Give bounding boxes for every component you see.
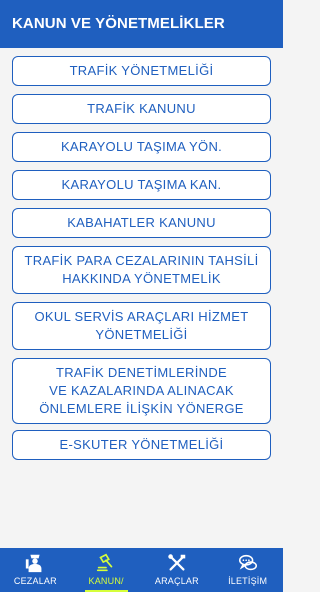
list-item-okul-servis-araclari[interactable]: OKUL SERVİS ARAÇLARI HİZMET YÖNETMELİĞİ: [12, 302, 271, 350]
nav-araclar[interactable]: ARAÇLAR: [142, 548, 213, 592]
nav-label-iletisim: İLETİŞİM: [228, 576, 268, 586]
nav-cezalar[interactable]: CEZALAR: [0, 548, 71, 592]
list-item-karayolu-tasima-kan[interactable]: KARAYOLU TAŞIMA KAN.: [12, 170, 271, 200]
list-item-e-skuter[interactable]: E-SKUTER YÖNETMELİĞİ: [12, 430, 271, 460]
nav-iletisim[interactable]: İLETİŞİM: [212, 548, 283, 592]
nav-label-cezalar: CEZALAR: [13, 576, 57, 586]
police-officer-icon: [26, 554, 42, 573]
page-title: KANUN VE YÖNETMELİKLER: [12, 15, 225, 32]
nav-kanun[interactable]: KANUN/: [71, 548, 142, 592]
gavel-icon: [97, 553, 113, 572]
list-item-trafik-kanunu[interactable]: TRAFİK KANUNU: [12, 94, 271, 124]
list-item-trafik-denetimleri[interactable]: TRAFİK DENETİMLERİNDE VE KAZALARINDA ALI…: [12, 358, 271, 424]
list-item-trafik-para-cezalari[interactable]: TRAFİK PARA CEZALARININ TAHSİLİ HAKKINDA…: [12, 246, 271, 294]
list-item-karayolu-tasima-yon[interactable]: KARAYOLU TAŞIMA YÖN.: [12, 132, 271, 162]
app-header: KANUN VE YÖNETMELİKLER: [0, 0, 283, 48]
list-item-trafik-yonetmeligi[interactable]: TRAFİK YÖNETMELİĞİ: [12, 56, 271, 86]
nav-label-araclar: ARAÇLAR: [154, 576, 199, 586]
law-list: TRAFİK YÖNETMELİĞİ TRAFİK KANUNU KARAYOL…: [0, 48, 283, 548]
nav-label-kanun: KANUN/: [88, 576, 124, 586]
tools-icon: [168, 554, 186, 571]
chat-bubbles-icon: [238, 554, 257, 571]
bottom-navigation: CEZALAR KANUN/ ARAÇLAR İLETİŞİM: [0, 548, 283, 592]
list-item-kabahatler-kanunu[interactable]: KABAHATLER KANUNU: [12, 208, 271, 238]
